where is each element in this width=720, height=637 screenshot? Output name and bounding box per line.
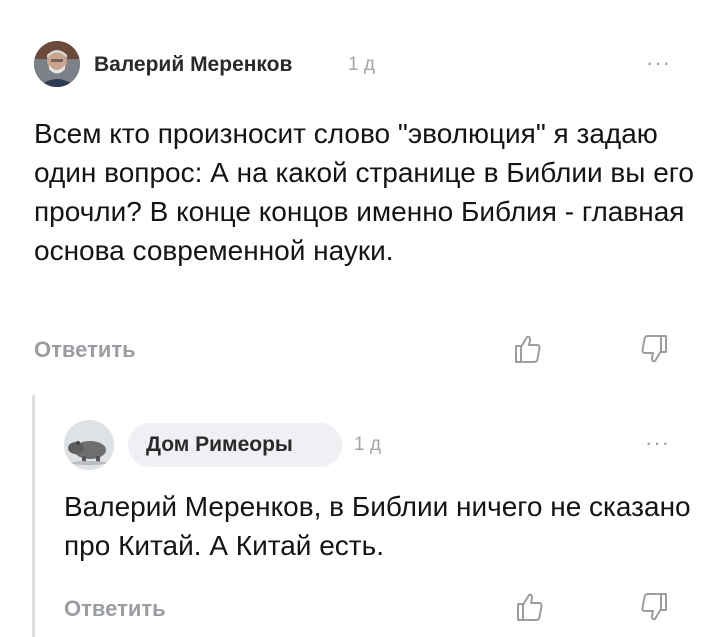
avatar[interactable]	[34, 41, 80, 87]
thread-line	[32, 395, 35, 637]
more-options-icon[interactable]: ···	[646, 52, 671, 74]
avatar[interactable]	[64, 420, 114, 470]
reply-button[interactable]: Ответить	[34, 337, 136, 363]
hippo-figurine-icon	[64, 420, 114, 470]
comment: Валерий Меренков 1 д ··· Всем кто произн…	[0, 0, 720, 380]
thumbs-down-icon[interactable]	[638, 590, 672, 624]
author-name[interactable]: Валерий Меренков	[94, 53, 292, 77]
comment-header: Валерий Меренков 1 д ···	[34, 38, 684, 92]
author-name[interactable]: Дом Римеоры	[146, 433, 293, 457]
comment-time: 1 д	[348, 54, 375, 75]
more-options-icon[interactable]: ···	[645, 432, 670, 454]
thumbs-up-icon[interactable]	[510, 332, 544, 366]
author-chip[interactable]: Дом Римеоры	[128, 423, 342, 467]
comment-time: 1 д	[354, 434, 381, 455]
comment-text: Всем кто произносит слово "эволюция" я з…	[34, 118, 694, 266]
user-photo-icon	[34, 41, 80, 87]
thumbs-up-icon[interactable]	[512, 590, 546, 624]
reply-button[interactable]: Ответить	[64, 596, 166, 622]
comment-text: Валерий Меренков, в Библии ничего не ска…	[64, 491, 691, 561]
thumbs-down-icon[interactable]	[638, 332, 672, 366]
comments-thread: Валерий Меренков 1 д ··· Всем кто произн…	[0, 0, 720, 637]
